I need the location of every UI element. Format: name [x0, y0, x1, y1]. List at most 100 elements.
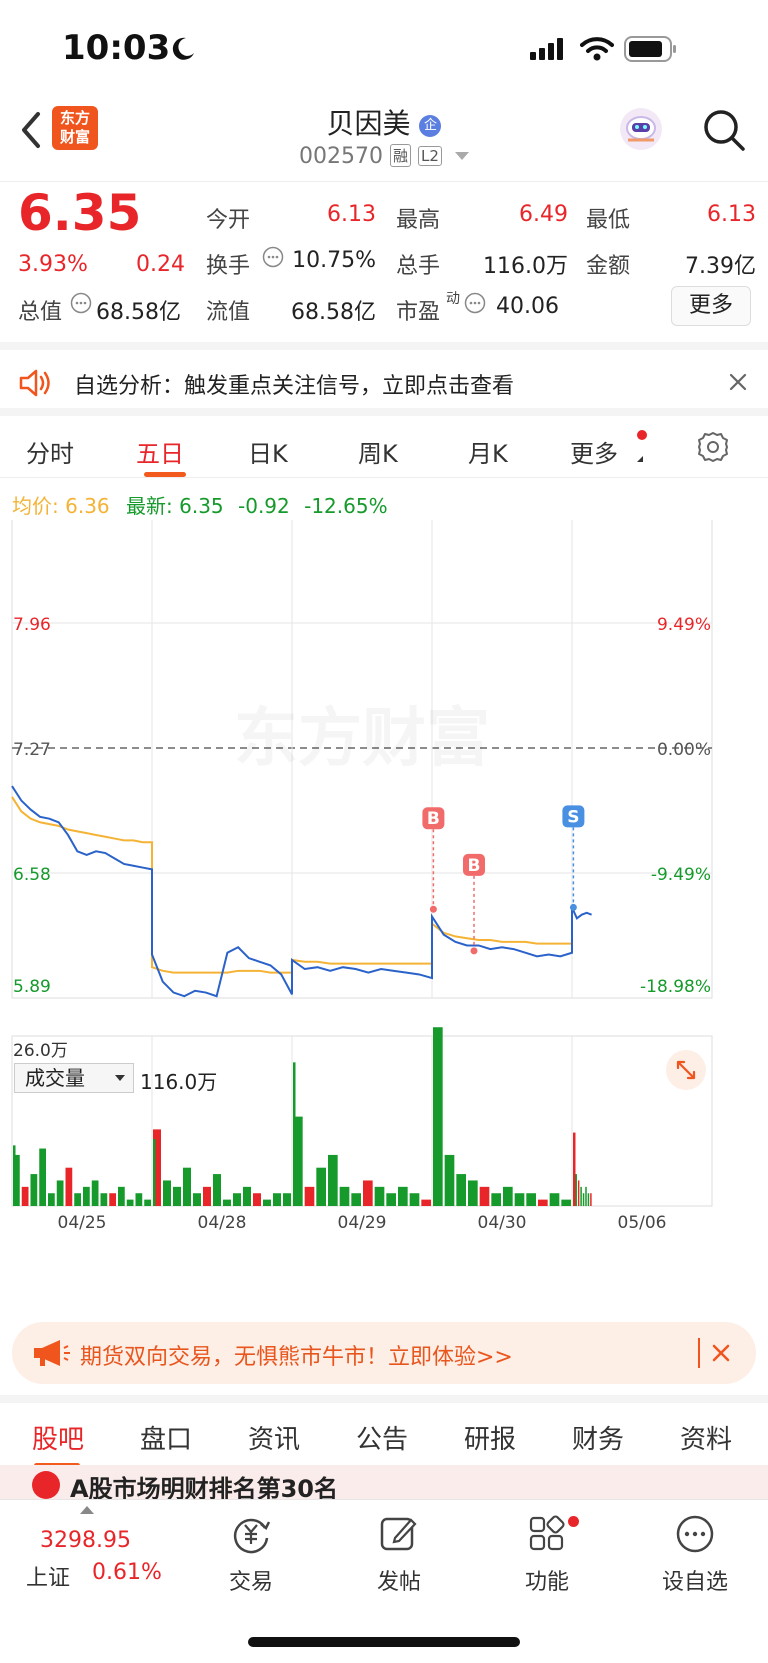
latest-change-percent: -12.65%	[304, 494, 388, 518]
low-label: 最低	[586, 208, 631, 233]
tab-order-book[interactable]: 盘口	[140, 1419, 192, 1456]
tab-monthly-k[interactable]: 月K	[468, 434, 508, 469]
volume-bar	[538, 1199, 548, 1206]
y-axis-tick-label: 6.58	[13, 865, 51, 885]
tab-profile[interactable]: 资料	[680, 1419, 732, 1456]
price-line	[11, 785, 592, 998]
forum-post-peek[interactable]: A股市场明财排名第30名	[0, 1465, 768, 1499]
tab-news[interactable]: 资讯	[248, 1419, 300, 1456]
volume-bar	[193, 1193, 201, 1206]
tab-research[interactable]: 研报	[464, 1419, 516, 1456]
volume-bar	[585, 1186, 587, 1206]
volume-bar	[253, 1193, 261, 1206]
volume-peak-bar	[433, 1132, 436, 1206]
index-name: 上证	[26, 1566, 71, 1591]
trade-icon	[233, 1518, 271, 1554]
analysis-alert[interactable]: 自选分析：触发重点关注信号，立即点击查看	[0, 342, 768, 408]
volume-bar	[587, 1193, 590, 1206]
x-axis-date-label: 04/25	[58, 1213, 107, 1233]
volume-bar	[30, 1174, 38, 1206]
y-axis-right-tick-label: 18.98%	[646, 520, 711, 521]
five-day-chart[interactable]: 东方财富 8.65 18.98% 7.96 9.49% 7.27 0.00% 6.58 -9.4…	[0, 520, 768, 1290]
add-watchlist-label: 设自选	[661, 1570, 728, 1595]
close-icon[interactable]	[728, 372, 748, 392]
volume-bar	[549, 1193, 560, 1206]
post-label: 发帖	[376, 1570, 421, 1595]
volume-bar	[514, 1193, 525, 1206]
content-tabs: 股吧 盘口 资讯 公告 研报 财务 资料	[0, 1395, 768, 1468]
info-dots-icon[interactable]	[464, 292, 486, 314]
volume-bar	[339, 1186, 350, 1206]
alert-text: 自选分析：触发重点关注信号，立即点击查看	[74, 374, 515, 399]
close-icon[interactable]	[712, 1344, 730, 1362]
more-quote-button[interactable]: 更多	[671, 286, 751, 326]
volume-bar	[144, 1199, 151, 1206]
trade-button[interactable]: 交易	[196, 1514, 306, 1596]
volume-bar	[48, 1193, 55, 1206]
index-value[interactable]: 3298.95	[40, 1528, 131, 1553]
latest-value: 6.35	[179, 494, 224, 518]
status-time: 10:03	[62, 28, 171, 68]
high-label: 最高	[396, 208, 441, 233]
volume-label: 总手	[396, 254, 441, 279]
volume-bar	[163, 1180, 171, 1206]
wifi-icon	[580, 37, 614, 61]
notification-dot	[637, 430, 647, 440]
volume-bar	[203, 1186, 211, 1206]
market-cap-label: 总值	[18, 300, 63, 325]
watermark-text: 东方财富	[234, 702, 490, 776]
active-tab-underline	[144, 472, 186, 477]
volume-bar	[421, 1199, 431, 1206]
tab-finance[interactable]: 财务	[572, 1419, 624, 1456]
volume-bar	[479, 1186, 490, 1206]
volume-bar	[328, 1154, 338, 1206]
apps-icon	[529, 1515, 565, 1551]
gear-icon[interactable]	[696, 430, 730, 464]
indicator-select[interactable]: 成交量	[14, 1063, 134, 1093]
volume-bar	[580, 1186, 582, 1206]
tab-more[interactable]: 更多	[570, 434, 618, 469]
tab-forum[interactable]: 股吧	[32, 1419, 84, 1456]
volume-bar	[468, 1180, 478, 1206]
latest-label: 最新:	[126, 494, 173, 518]
robot-avatar-icon[interactable]	[618, 106, 664, 152]
functions-button[interactable]: 功能	[492, 1514, 602, 1596]
volume-bar	[74, 1193, 81, 1206]
avg-price-value: 6.36	[65, 494, 110, 518]
banner-text: 期货双向交易，无惧熊市牛市！立即体验>>	[80, 1345, 513, 1370]
tab-weekly-k[interactable]: 周K	[358, 434, 398, 469]
float-cap-value: 68.58亿	[291, 300, 376, 325]
volume-bar	[223, 1199, 231, 1206]
post-button[interactable]: 发帖	[344, 1514, 454, 1596]
volume-bar	[83, 1186, 90, 1206]
add-watchlist-button[interactable]: 设自选	[640, 1514, 750, 1596]
float-cap-label: 流值	[206, 300, 251, 325]
y-axis-tick-label: 7.96	[13, 615, 51, 635]
tab-daily-k[interactable]: 日K	[248, 434, 288, 469]
enterprise-badge: 企	[419, 115, 442, 137]
futures-promo-banner[interactable]: 期货双向交易，无惧熊市牛市！立即体验>>	[12, 1322, 756, 1384]
volume-bar	[263, 1199, 271, 1206]
volume-peak-bar	[13, 1145, 16, 1206]
volume-bar	[118, 1186, 125, 1206]
info-dots-icon[interactable]	[262, 246, 284, 268]
change-percent: 3.93%	[18, 252, 88, 277]
tab-five-day[interactable]: 五日	[136, 434, 184, 469]
volume-bar	[183, 1167, 191, 1206]
info-dots-icon[interactable]	[70, 292, 92, 314]
volume-peak-bar	[293, 1062, 296, 1206]
dropdown-caret-icon[interactable]	[454, 152, 469, 160]
peek-text: A股市场明财排名第30名	[70, 1475, 338, 1499]
tab-announcements[interactable]: 公告	[356, 1419, 408, 1456]
trade-marker-dot	[470, 947, 478, 955]
search-icon[interactable]	[702, 108, 746, 152]
y-axis-tick-label: 7.27	[13, 740, 51, 760]
volume-bar	[213, 1174, 221, 1206]
volume-bar	[398, 1186, 408, 1206]
trade-label: 交易	[228, 1570, 273, 1595]
trade-marker-label: S	[567, 807, 579, 827]
volume-bar	[363, 1180, 373, 1206]
tab-intraday[interactable]: 分时	[26, 434, 74, 469]
volume-total: 116.0万	[140, 1070, 218, 1094]
chart-period-tabs: 分时 五日 日K 周K 月K 更多	[0, 408, 768, 478]
